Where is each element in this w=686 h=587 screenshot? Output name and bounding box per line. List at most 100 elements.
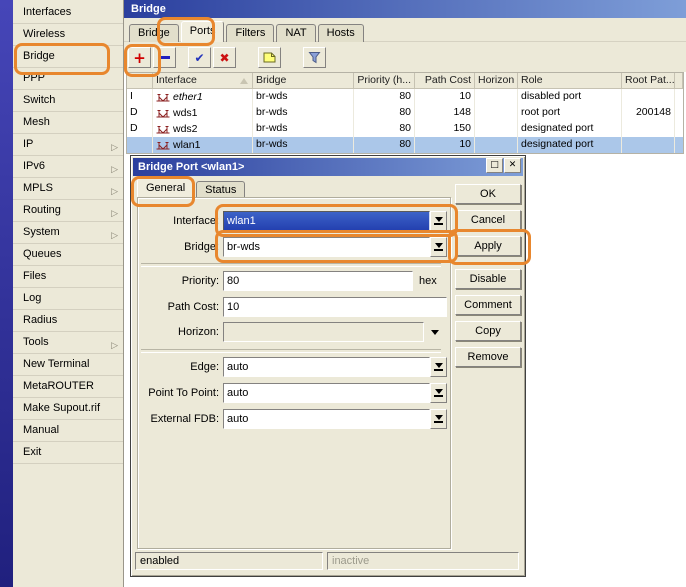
tab-bridge[interactable]: Bridge: [129, 24, 179, 42]
apply-button[interactable]: Apply: [455, 236, 521, 256]
dialog-tabs: General Status: [137, 178, 245, 199]
bridge-port-dialog: Bridge Port <wlan1> □ ✕ General Status I…: [130, 155, 526, 577]
close-button[interactable]: ✕: [504, 158, 521, 173]
bridge-value[interactable]: br-wds: [223, 237, 430, 257]
sidebar-item-ip[interactable]: IP▷: [13, 134, 123, 156]
sidebar-item-exit[interactable]: Exit: [13, 442, 123, 464]
edge-value[interactable]: auto: [223, 357, 430, 377]
interface-dropdown-button[interactable]: [430, 211, 447, 231]
table-row-wds1[interactable]: D wds1 br-wds 80 148 root port 200148: [127, 105, 683, 121]
sidebar-item-switch[interactable]: Switch: [13, 90, 123, 112]
plus-icon: +: [133, 51, 146, 65]
screenshot-root: ox Interfaces Wireless Bridge PPP Switch…: [0, 0, 686, 587]
sidebar-item-metarouter[interactable]: MetaROUTER: [13, 376, 123, 398]
sidebar-item-wireless[interactable]: Wireless: [13, 24, 123, 46]
dialog-titlebar: Bridge Port <wlan1>: [133, 158, 523, 176]
submenu-arrow-icon: ▷: [111, 336, 118, 356]
bridge-port-icon: [156, 109, 170, 118]
sidebar-item-files[interactable]: Files: [13, 266, 123, 288]
tab-hosts[interactable]: Hosts: [318, 24, 364, 42]
submenu-arrow-icon: ▷: [111, 226, 118, 246]
point-to-point-dropdown-button[interactable]: [430, 383, 447, 403]
add-button[interactable]: +: [128, 47, 151, 68]
enable-button[interactable]: ✔: [188, 47, 211, 68]
dropdown-icon: [435, 389, 443, 394]
priority-label: Priority:: [137, 271, 219, 291]
cross-icon: ✖: [219, 51, 229, 65]
sidebar-item-system[interactable]: System▷: [13, 222, 123, 244]
sidebar-item-log[interactable]: Log: [13, 288, 123, 310]
edge-combo[interactable]: auto: [223, 357, 447, 377]
sidebar-item-interfaces[interactable]: Interfaces: [13, 2, 123, 24]
col-role[interactable]: Role: [518, 73, 622, 89]
horizon-input[interactable]: [223, 322, 424, 342]
bridge-port-icon: [156, 93, 170, 102]
col-interface[interactable]: Interface: [153, 73, 253, 89]
disable-button[interactable]: ✖: [213, 47, 236, 68]
sidebar-item-radius[interactable]: Radius: [13, 310, 123, 332]
sidebar-item-routing[interactable]: Routing▷: [13, 200, 123, 222]
sidebar-item-mpls[interactable]: MPLS▷: [13, 178, 123, 200]
external-fdb-value[interactable]: auto: [223, 409, 430, 429]
submenu-arrow-icon: ▷: [111, 160, 118, 180]
priority-input[interactable]: 80: [223, 271, 413, 291]
col-bridge[interactable]: Bridge: [253, 73, 354, 89]
edge-label: Edge:: [137, 357, 219, 377]
comment-button[interactable]: [258, 47, 281, 68]
bridge-window-tabs: Bridge Ports Filters NAT Hosts: [129, 21, 364, 42]
path-cost-label: Path Cost:: [137, 297, 219, 317]
interface-value[interactable]: wlan1: [223, 211, 430, 231]
table-row-wlan1-selected[interactable]: wlan1 br-wds 80 10 designated port: [127, 137, 683, 153]
tab-ports[interactable]: Ports: [181, 21, 225, 42]
remove-button-dialog[interactable]: Remove: [455, 347, 521, 367]
interface-combo[interactable]: wlan1: [223, 211, 447, 231]
external-fdb-dropdown-button[interactable]: [430, 409, 447, 429]
close-icon: ✕: [509, 160, 517, 170]
disable-button-dialog[interactable]: Disable: [455, 269, 521, 289]
tab-general[interactable]: General: [137, 178, 194, 199]
sidebar-item-ppp[interactable]: PPP: [13, 68, 123, 90]
table-row-wds2[interactable]: D wds2 br-wds 80 150 designated port: [127, 121, 683, 137]
remove-button[interactable]: [153, 47, 176, 68]
col-root-path[interactable]: Root Pat...: [622, 73, 675, 89]
minus-icon: [159, 56, 170, 59]
dropdown-icon: [435, 363, 443, 368]
copy-button[interactable]: Copy: [455, 321, 521, 341]
interface-label: Interface:: [137, 211, 219, 231]
table-row-ether1[interactable]: I ether1 br-wds 80 10 disabled port: [127, 89, 683, 105]
point-to-point-combo[interactable]: auto: [223, 383, 447, 403]
tab-filters[interactable]: Filters: [226, 24, 274, 42]
point-to-point-value[interactable]: auto: [223, 383, 430, 403]
ports-toolbar: + ✔ ✖: [128, 47, 328, 68]
col-priority[interactable]: Priority (h...: [354, 73, 415, 89]
comment-button-dialog[interactable]: Comment: [455, 295, 521, 315]
filter-button[interactable]: [303, 47, 326, 68]
sidebar-item-manual[interactable]: Manual: [13, 420, 123, 442]
ok-button[interactable]: OK: [455, 184, 521, 204]
dropdown-icon: [435, 243, 443, 248]
tab-nat[interactable]: NAT: [276, 24, 315, 42]
col-flags[interactable]: [127, 73, 153, 89]
sidebar-item-mesh[interactable]: Mesh: [13, 112, 123, 134]
status-enabled: enabled: [135, 552, 323, 570]
col-path-cost[interactable]: Path Cost: [415, 73, 475, 89]
sidebar-item-queues[interactable]: Queues: [13, 244, 123, 266]
maximize-button[interactable]: □: [486, 158, 503, 173]
sidebar-item-make-supout[interactable]: Make Supout.rif: [13, 398, 123, 420]
submenu-arrow-icon: ▷: [111, 204, 118, 224]
bridge-window-title: Bridge: [131, 3, 166, 15]
edge-dropdown-button[interactable]: [430, 357, 447, 377]
sidebar-item-tools[interactable]: Tools▷: [13, 332, 123, 354]
bridge-combo[interactable]: br-wds: [223, 237, 447, 257]
bridge-dropdown-button[interactable]: [430, 237, 447, 257]
sidebar-item-ipv6[interactable]: IPv6▷: [13, 156, 123, 178]
cancel-button[interactable]: Cancel: [455, 210, 521, 230]
col-horizon[interactable]: Horizon: [475, 73, 518, 89]
sidebar-item-bridge[interactable]: Bridge: [13, 46, 123, 68]
sidebar-item-new-terminal[interactable]: New Terminal: [13, 354, 123, 376]
external-fdb-combo[interactable]: auto: [223, 409, 447, 429]
path-cost-input[interactable]: 10: [223, 297, 447, 317]
horizon-enable-arrow-icon[interactable]: [431, 330, 439, 335]
maximize-icon: □: [490, 160, 499, 170]
dropdown-icon: [435, 415, 443, 420]
